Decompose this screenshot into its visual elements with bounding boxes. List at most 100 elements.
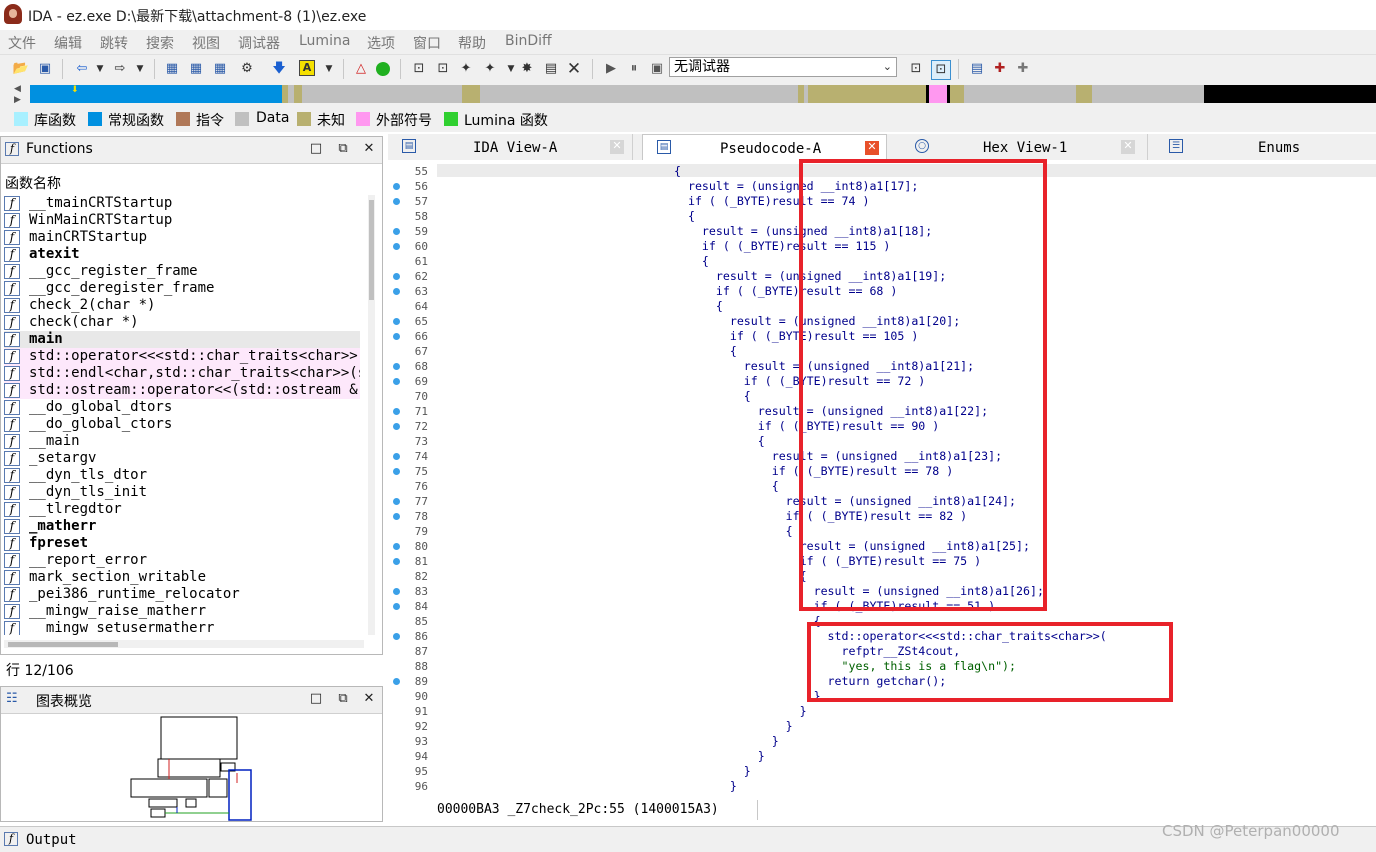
menu-windows[interactable]: 窗口 (413, 33, 441, 53)
tab-pseudocode-a-close-icon[interactable]: ✕ (865, 141, 879, 155)
tab-enums[interactable]: ☰ Enums (1155, 134, 1376, 160)
breakpoint-marker[interactable] (393, 333, 400, 340)
close-x-icon[interactable]: ✕ (565, 60, 583, 78)
function-list-item[interactable]: f _matherr (4, 518, 360, 535)
function-list-item[interactable]: f std::operator<<<std::char_traits<char>>… (4, 348, 360, 365)
back-arrow-icon[interactable]: ⇦ (73, 60, 91, 78)
search-binary-icon[interactable]: ▦ (163, 60, 181, 78)
function-list-item[interactable]: f mainCRTStartup (4, 229, 360, 246)
graph-overview-canvas[interactable] (1, 713, 382, 821)
functions-scroll-thumb[interactable] (369, 200, 374, 300)
functions-horizontal-thumb[interactable] (8, 642, 118, 647)
breakpoint-marker[interactable] (393, 423, 400, 430)
function-list-item[interactable]: f __report_error (4, 552, 360, 569)
breakpoint-marker[interactable] (393, 198, 400, 205)
code-line[interactable]: { (674, 569, 807, 583)
debug-attach-icon[interactable]: ⊡ (931, 60, 951, 80)
function-list-item[interactable]: f _setargv (4, 450, 360, 467)
menu-file[interactable]: 文件 (8, 33, 36, 53)
code-line[interactable]: { (674, 479, 779, 493)
function-list-item[interactable]: f atexit (4, 246, 360, 263)
function-list-item[interactable]: f mark_section_writable (4, 569, 360, 586)
menu-search[interactable]: 搜索 (146, 33, 174, 53)
code-line[interactable]: } (674, 749, 765, 763)
stop-icon[interactable]: ▣ (648, 60, 666, 78)
code-line[interactable]: } (674, 704, 807, 718)
restore-icon[interactable]: ⧉ (335, 691, 351, 707)
code-line[interactable]: { (674, 389, 751, 403)
breakpoint-marker[interactable] (393, 183, 400, 190)
function-icon-2[interactable]: ⊡ (434, 60, 452, 78)
tab-pseudocode-a[interactable]: ▤ Pseudocode-A ✕ (642, 134, 887, 160)
function-list-item[interactable]: f __tlregdtor (4, 501, 360, 518)
sparkle-icon[interactable]: ✸ (518, 60, 536, 78)
menu-lumina[interactable]: Lumina (299, 33, 350, 49)
text-color-icon[interactable]: A (299, 60, 315, 76)
nav-left-arrow-icon[interactable]: ◀ (14, 84, 21, 94)
function-icon-1[interactable]: ⊡ (410, 60, 428, 78)
function-list-item[interactable]: f check(char *) (4, 314, 360, 331)
patch-icon[interactable]: ▤ (542, 60, 560, 78)
add-breakpoint-icon[interactable]: ✚ (991, 60, 1009, 78)
tab-ida-view-a-close-icon[interactable]: ✕ (610, 140, 624, 154)
list-icon[interactable]: ▤ (968, 60, 986, 78)
maximize-icon[interactable]: □ (308, 141, 324, 157)
code-line[interactable]: { (674, 299, 723, 313)
breakpoint-marker[interactable] (393, 288, 400, 295)
function-list-item[interactable]: f __dyn_tls_dtor (4, 467, 360, 484)
function-list-item[interactable]: f __gcc_deregister_frame (4, 280, 360, 297)
save-icon[interactable]: ▣ (36, 60, 54, 78)
function-list-item[interactable]: f __do_global_dtors (4, 399, 360, 416)
breakpoint-marker[interactable] (393, 513, 400, 520)
function-list-item[interactable]: f __mingw_raise_matherr (4, 603, 360, 620)
function-list-item[interactable]: f __mingw_setusermatherr (4, 620, 360, 635)
output-title[interactable]: Output (26, 832, 77, 848)
breakpoint-marker[interactable] (393, 468, 400, 475)
function-list-item[interactable]: f std::ostream::operator<<(std::ostream &… (4, 382, 360, 399)
back-dropdown-icon[interactable]: ▼ (91, 60, 109, 78)
pause-icon[interactable]: ⏸ (625, 60, 643, 78)
code-line[interactable]: { (674, 614, 821, 628)
close-icon[interactable]: ✕ (361, 691, 377, 707)
navigation-band[interactable]: ⬇ (30, 85, 1376, 103)
tab-hex-view-1[interactable]: ○ Hex View-1 ✕ (901, 134, 1148, 160)
function-name-column-header[interactable]: 函数名称 (5, 173, 61, 193)
search-next-icon[interactable]: ⚙ (238, 60, 256, 78)
function-icon-3[interactable]: ✦ (457, 60, 475, 78)
breakpoint-marker[interactable] (393, 378, 400, 385)
close-icon[interactable]: ✕ (361, 141, 377, 157)
disabled-breakpoint-icon[interactable]: ✚ (1014, 60, 1032, 78)
search-immediate-icon[interactable]: ▦ (211, 60, 229, 78)
warning-icon[interactable]: △ (352, 60, 370, 78)
breakpoint-marker[interactable] (393, 363, 400, 370)
forward-dropdown-icon[interactable]: ▼ (131, 60, 149, 78)
menu-options[interactable]: 选项 (367, 33, 395, 53)
breakpoint-marker[interactable] (393, 588, 400, 595)
breakpoint-marker[interactable] (393, 633, 400, 640)
breakpoint-marker[interactable] (393, 558, 400, 565)
code-line[interactable]: } (674, 734, 779, 748)
function-list-item[interactable]: f fpreset (4, 535, 360, 552)
function-icon-4[interactable]: ✦ (481, 60, 499, 78)
code-line[interactable]: { (674, 344, 737, 358)
menu-view[interactable]: 视图 (192, 33, 220, 53)
breakpoint-marker[interactable] (393, 543, 400, 550)
menu-help[interactable]: 帮助 (458, 33, 486, 53)
function-list-item[interactable]: f __do_global_ctors (4, 416, 360, 433)
tab-hex-view-1-close-icon[interactable]: ✕ (1121, 140, 1135, 154)
menu-bindiff[interactable]: BinDiff (505, 33, 552, 49)
function-list-item[interactable]: f __gcc_register_frame (4, 263, 360, 280)
color-dropdown-icon[interactable]: ▼ (320, 60, 338, 78)
debugger-select[interactable]: 无调试器 ⌄ (669, 57, 897, 77)
search-text-icon[interactable]: ▦ (187, 60, 205, 78)
code-line[interactable]: } (674, 779, 737, 793)
code-line[interactable]: } (674, 689, 821, 703)
menu-jump[interactable]: 跳转 (100, 33, 128, 53)
breakpoint-marker[interactable] (393, 498, 400, 505)
tab-ida-view-a[interactable]: ▤ IDA View-A ✕ (388, 134, 633, 160)
nav-right-arrow-icon[interactable]: ▶ (14, 95, 21, 105)
code-line[interactable]: } (674, 719, 793, 733)
jump-down-arrow-icon[interactable]: 🡇 (270, 60, 288, 78)
breakpoint-marker[interactable] (393, 318, 400, 325)
breakpoint-marker[interactable] (393, 453, 400, 460)
